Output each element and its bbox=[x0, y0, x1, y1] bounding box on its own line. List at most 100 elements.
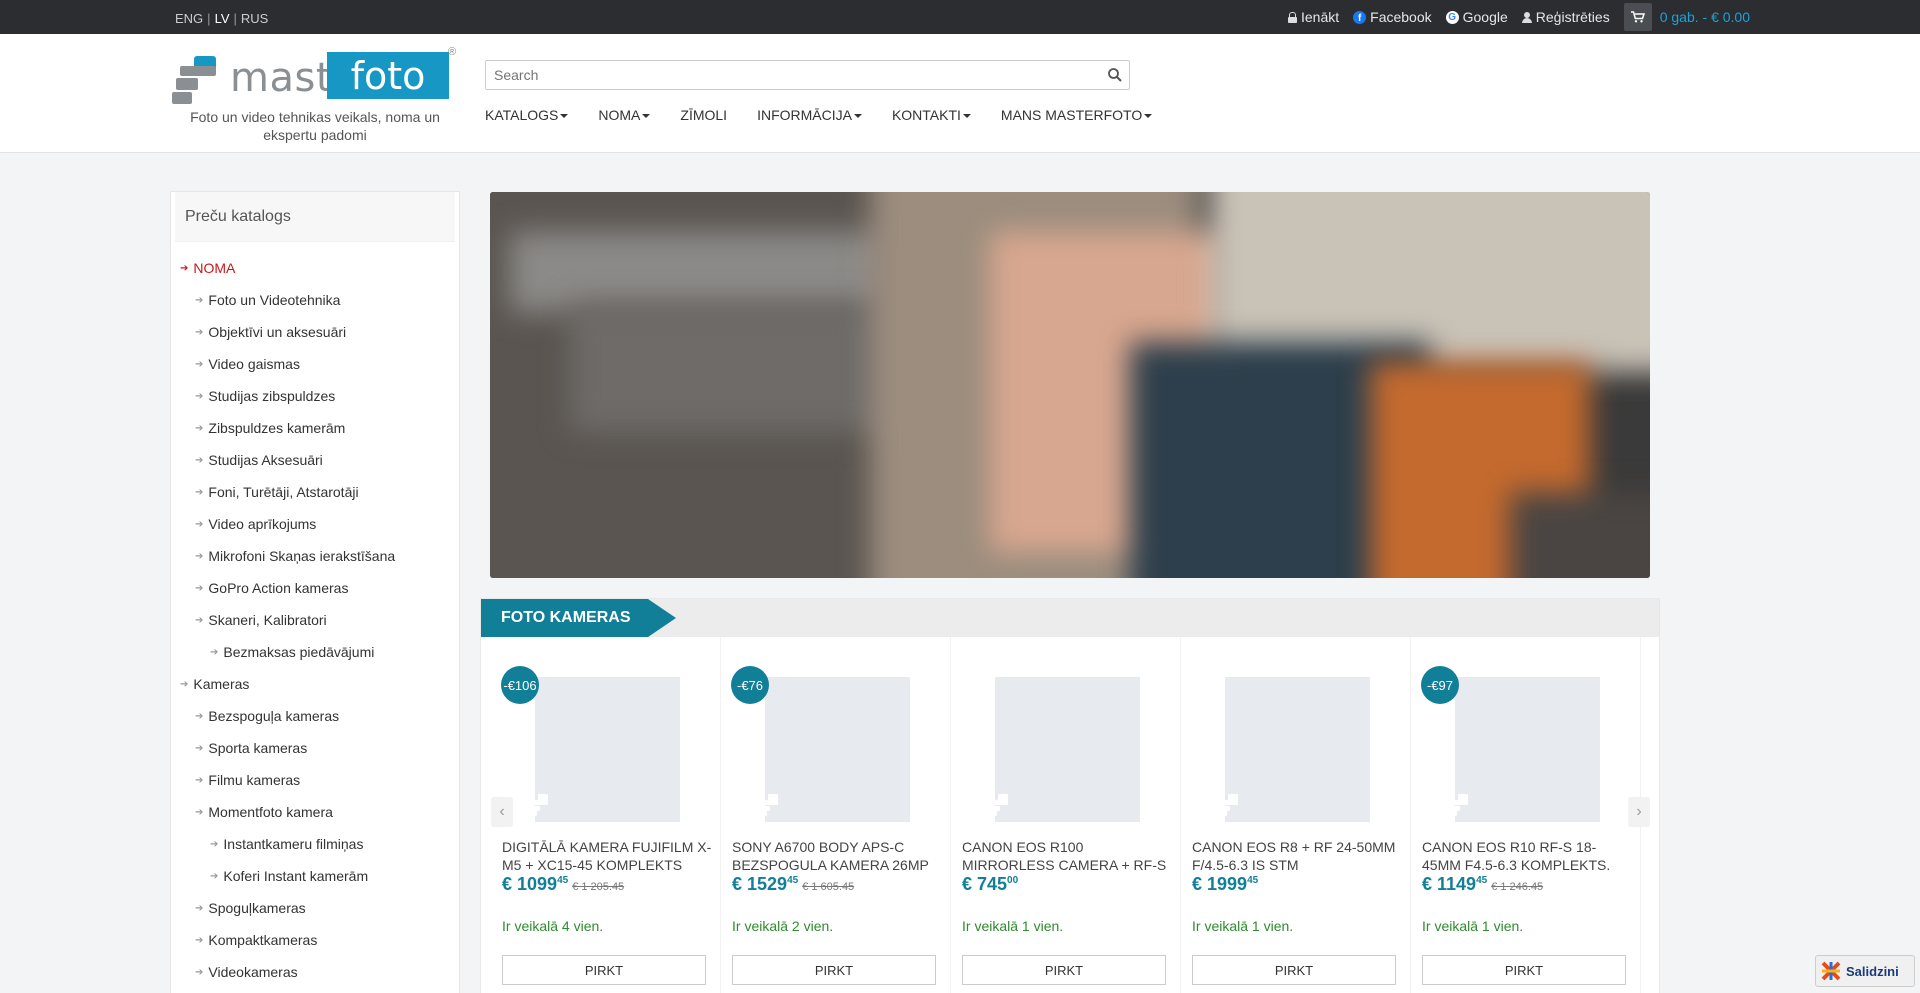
buy-button[interactable]: PIRKT bbox=[962, 955, 1166, 985]
product-title[interactable]: CANON EOS R10 RF-S 18-45MM F4.5-6.3 KOMP… bbox=[1422, 838, 1632, 870]
nav-noma[interactable]: NOMA bbox=[598, 107, 651, 123]
buy-button[interactable]: PIRKT bbox=[1192, 955, 1396, 985]
sidebar-item[interactable]: ➔ GoPro Action kameras bbox=[171, 572, 459, 604]
lang-rus[interactable]: RUS bbox=[241, 11, 268, 26]
sidebar-item[interactable]: ➔ Bezspoguļa kameras bbox=[171, 700, 459, 732]
arrow-right-icon: ➔ bbox=[195, 294, 204, 306]
arrow-right-icon: ➔ bbox=[195, 550, 204, 562]
product-image[interactable] bbox=[1218, 677, 1370, 822]
arrow-right-icon: ➔ bbox=[195, 902, 204, 914]
logo-box: foto bbox=[327, 52, 449, 99]
product-image[interactable] bbox=[528, 677, 680, 822]
facebook-login-link[interactable]: f Facebook bbox=[1353, 9, 1432, 25]
sidebar-item[interactable]: ➔ Studijas Aksesuāri bbox=[171, 444, 459, 476]
sidebar-item[interactable]: ➔ Studijas zibspuldzes bbox=[171, 380, 459, 412]
sidebar-item[interactable]: ➔ Sporta kameras bbox=[171, 732, 459, 764]
product-card[interactable]: CANON EOS R8 + RF 24-50MM F/4.5-6.3 IS S… bbox=[1181, 637, 1411, 993]
top-bar: ENG | LV | RUS Ienākt f Facebook G Google Re… bbox=[0, 0, 1920, 34]
product-card[interactable]: -€106 DIGITĀLĀ KAMERA FUJIFILM X-M5 + XC1… bbox=[491, 637, 721, 993]
nav-label: ZĪMOLI bbox=[680, 107, 728, 123]
lang-eng[interactable]: ENG bbox=[175, 11, 203, 26]
product-card[interactable]: CANON EOS R100 MIRRORLESS CAMERA + RF-S … bbox=[951, 637, 1181, 993]
search-input[interactable] bbox=[486, 61, 1086, 89]
buy-button[interactable]: PIRKT bbox=[1422, 955, 1626, 985]
hero-banner[interactable] bbox=[490, 192, 1650, 578]
lang-lv[interactable]: LV bbox=[215, 11, 230, 26]
lock-icon bbox=[1288, 12, 1297, 23]
sidebar-item[interactable]: ➔ Skaneri, Kalibratori bbox=[171, 604, 459, 636]
stock-status: Ir veikalā 1 vien. bbox=[1422, 918, 1524, 934]
sidebar-item[interactable]: ➔ Kompaktkameras bbox=[171, 924, 459, 956]
sidebar-item[interactable]: ➔ Foni, Turētāji, Atstarotāji bbox=[171, 476, 459, 508]
price-integer: € 1529 bbox=[732, 874, 788, 894]
stock-status: Ir veikalā 4 vien. bbox=[502, 918, 604, 934]
arrow-right-icon: ➔ bbox=[195, 454, 204, 466]
product-title[interactable]: CANON EOS R8 + RF 24-50MM F/4.5-6.3 IS S… bbox=[1192, 838, 1402, 870]
register-link[interactable]: Reģistrēties bbox=[1521, 9, 1610, 25]
google-label: Google bbox=[1462, 9, 1508, 25]
price-decimal: 45 bbox=[1476, 875, 1488, 886]
sidebar-item[interactable]: ➔ Mikrofoni Skaņas ierakstīšana bbox=[171, 540, 459, 572]
cart-button[interactable] bbox=[1623, 3, 1652, 31]
sidebar-item-label: Bezspoguļa kameras bbox=[208, 708, 340, 724]
sidebar-item-label: NOMA bbox=[193, 260, 236, 276]
section-header: FOTO KAMERAS bbox=[481, 599, 1659, 637]
nav-mans-masterfoto[interactable]: MANS MASTERFOTO bbox=[1001, 107, 1153, 123]
google-login-link[interactable]: G Google bbox=[1445, 9, 1508, 25]
price-integer: € 1999 bbox=[1192, 874, 1248, 894]
product-title[interactable]: CANON EOS R100 MIRRORLESS CAMERA + RF-S … bbox=[962, 838, 1172, 870]
sidebar-item[interactable]: ➔ Spoguļkameras bbox=[171, 892, 459, 924]
sidebar-item[interactable]: ➔ Filmu kameras bbox=[171, 764, 459, 796]
arrow-right-icon: ➔ bbox=[195, 390, 204, 402]
language-switcher: ENG | LV | RUS bbox=[175, 11, 268, 26]
sidebar-item[interactable]: ➔ Bezmaksas piedāvājumi bbox=[171, 636, 459, 668]
carousel-prev-button[interactable]: ‹ bbox=[491, 797, 513, 827]
product-image[interactable] bbox=[1448, 677, 1600, 822]
sidebar-item-label: GoPro Action kameras bbox=[208, 580, 349, 596]
nav-informacija[interactable]: INFORMĀCIJA bbox=[757, 107, 862, 123]
nav-zimoli[interactable]: ZĪMOLI bbox=[680, 107, 727, 123]
product-price: € 74500 bbox=[962, 874, 1018, 895]
price-decimal: 45 bbox=[557, 875, 569, 886]
camera-placeholder-icon bbox=[1218, 794, 1238, 816]
sidebar-item[interactable]: ➔ Video aprīkojums bbox=[171, 508, 459, 540]
carousel-next-button[interactable]: › bbox=[1628, 797, 1650, 827]
product-card[interactable]: -€97 CANON EOS R10 RF-S 18-45MM F4.5-6.3 … bbox=[1411, 637, 1641, 993]
product-title[interactable]: DIGITĀLĀ KAMERA FUJIFILM X-M5 + XC15-45 … bbox=[502, 838, 712, 870]
sidebar-item-label: Momentfoto kamera bbox=[208, 804, 333, 820]
sidebar-item[interactable]: ➔ NOMA bbox=[171, 252, 459, 284]
search-icon[interactable] bbox=[1107, 67, 1123, 83]
sidebar-item[interactable]: ➔ Foto un Videotehnika bbox=[171, 284, 459, 316]
arrow-right-icon: ➔ bbox=[195, 774, 204, 786]
product-image[interactable] bbox=[988, 677, 1140, 822]
site-header: master foto ® Foto un video tehnikas vei… bbox=[0, 34, 1920, 153]
nav-kontakti[interactable]: KONTAKTI bbox=[892, 107, 971, 123]
sidebar-item-label: Videokameras bbox=[208, 964, 298, 980]
product-price: € 114945€ 1 246.45 bbox=[1422, 874, 1543, 895]
product-image[interactable] bbox=[758, 677, 910, 822]
buy-button[interactable]: PIRKT bbox=[502, 955, 706, 985]
sidebar-item[interactable]: ➔ Momentfoto kamera bbox=[171, 796, 459, 828]
sidebar-item[interactable]: ➔ Kameras bbox=[171, 668, 459, 700]
product-card[interactable]: -€76 SONY A6700 BODY APS-C BEZSPOGUĻA KAM… bbox=[721, 637, 951, 993]
sidebar-item-label: Foto un Videotehnika bbox=[208, 292, 341, 308]
salidzini-badge[interactable]: Salidzini bbox=[1815, 955, 1915, 987]
arrow-right-icon: ➔ bbox=[195, 614, 204, 626]
arrow-right-icon: ➔ bbox=[195, 806, 204, 818]
cart-summary[interactable]: 0 gab. - € 0.00 bbox=[1660, 9, 1750, 25]
old-price: € 1 246.45 bbox=[1491, 881, 1544, 893]
arrow-right-icon: ➔ bbox=[195, 326, 204, 338]
sidebar-item[interactable]: ➔ Video gaismas bbox=[171, 348, 459, 380]
product-title[interactable]: SONY A6700 BODY APS-C BEZSPOGUĻA KAMERA … bbox=[732, 838, 942, 870]
sidebar-item[interactable]: ➔ Videokameras bbox=[171, 956, 459, 988]
lang-separator: | bbox=[233, 11, 237, 26]
sidebar-item[interactable]: ➔ Zibspuldzes kamerām bbox=[171, 412, 459, 444]
nav-katalogs[interactable]: KATALOGS bbox=[485, 107, 569, 123]
login-link[interactable]: Ienākt bbox=[1288, 9, 1339, 25]
sidebar-item[interactable]: ➔ Instantkameru filmiņas bbox=[171, 828, 459, 860]
arrow-right-icon: ➔ bbox=[195, 518, 204, 530]
buy-button[interactable]: PIRKT bbox=[732, 955, 936, 985]
price-decimal: 00 bbox=[1007, 875, 1019, 886]
sidebar-item[interactable]: ➔ Koferi Instant kamerām bbox=[171, 860, 459, 892]
sidebar-item[interactable]: ➔ Objektīvi un aksesuāri bbox=[171, 316, 459, 348]
